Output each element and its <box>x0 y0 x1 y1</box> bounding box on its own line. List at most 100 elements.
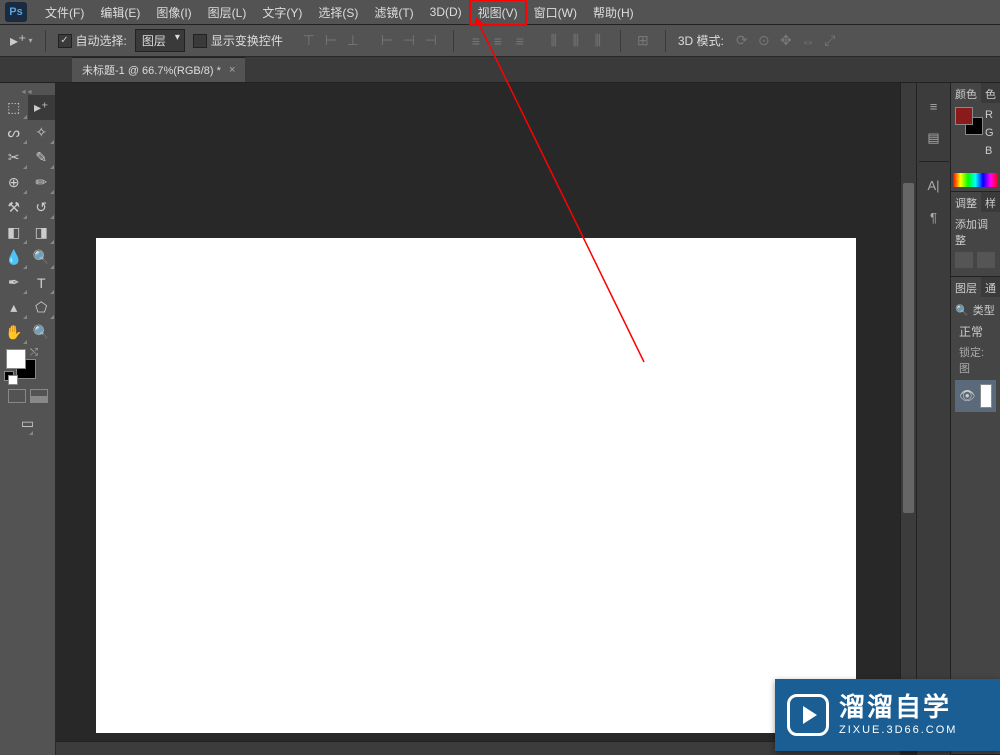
menu-3d[interactable]: 3D(D) <box>422 1 470 23</box>
layer-thumbnail[interactable] <box>980 384 992 408</box>
app-logo: Ps <box>5 2 27 22</box>
show-transform-option[interactable]: 显示变换控件 <box>193 32 283 49</box>
blend-mode-dropdown[interactable]: 正常 <box>955 321 996 342</box>
lasso-tool[interactable]: ᔕ <box>0 120 28 145</box>
menu-edit[interactable]: 编辑(E) <box>92 0 148 25</box>
align-bottom-icon[interactable]: ⊥ <box>343 31 363 51</box>
document-tab-bar: 未标题-1 @ 66.7%(RGB/8) * × <box>0 57 1000 83</box>
3d-pan-icon[interactable]: ✥ <box>776 31 796 51</box>
panel-fg-swatch[interactable] <box>955 107 973 125</box>
mode-3d-label: 3D 模式: <box>678 32 724 49</box>
vertical-scrollbar[interactable] <box>900 83 916 741</box>
search-icon[interactable]: 🔍 <box>955 304 969 317</box>
distribute-hcenter-icon[interactable]: ⫼ <box>566 31 586 51</box>
menu-image[interactable]: 图像(I) <box>148 0 199 25</box>
align-left-icon[interactable]: ⊢ <box>377 31 397 51</box>
marquee-tool[interactable]: ⬚ <box>0 95 28 120</box>
clone-stamp-tool[interactable]: ⚒ <box>0 195 28 220</box>
styles-tab[interactable]: 样 <box>981 192 1000 212</box>
3d-orbit-icon[interactable]: ⟳ <box>732 31 752 51</box>
tools-panel: ⬚ ▸⁺ ᔕ ✧ ✂ ✎ ⊕ ✏ ⚒ ↺ ◧ ◨ 💧 🔍 ✒ T <box>0 83 56 755</box>
brightness-adjust-icon[interactable] <box>955 252 973 268</box>
divider <box>620 30 621 52</box>
auto-align-icon[interactable]: ⊞ <box>633 31 653 51</box>
current-tool-indicator[interactable]: ▸⁺ ▾ <box>10 31 33 51</box>
auto-select-target-dropdown[interactable]: 图层 <box>135 29 185 52</box>
swatches-tab[interactable]: 色 <box>981 83 1000 103</box>
watermark-url: ZIXUE.3D66.COM <box>839 724 957 736</box>
menu-select[interactable]: 选择(S) <box>310 0 366 25</box>
gradient-tool[interactable]: ◨ <box>28 220 56 245</box>
3d-zoom-icon[interactable]: ⤢ <box>820 31 840 51</box>
b-label: B <box>985 145 994 157</box>
visibility-icon[interactable]: 👁 <box>959 388 976 404</box>
healing-brush-tool[interactable]: ⊕ <box>0 170 28 195</box>
horizontal-scrollbar[interactable] <box>56 741 900 755</box>
character-panel-icon[interactable]: A| <box>923 176 945 194</box>
type-tool[interactable]: T <box>28 270 56 295</box>
lock-icons[interactable]: 图 <box>959 363 970 375</box>
zoom-tool[interactable]: 🔍 <box>28 320 56 345</box>
r-label: R <box>985 109 994 121</box>
align-right-icon[interactable]: ⊣ <box>421 31 441 51</box>
move-cursor-icon: ▸⁺ <box>10 31 26 51</box>
brush-tool[interactable]: ✏ <box>28 170 56 195</box>
document-tab[interactable]: 未标题-1 @ 66.7%(RGB/8) * × <box>72 57 245 82</box>
blur-tool[interactable]: 💧 <box>0 245 28 270</box>
path-select-tool[interactable]: ▴ <box>0 295 28 320</box>
3d-slide-icon[interactable]: ⇔ <box>798 31 818 51</box>
paragraph-panel-icon[interactable]: ¶ <box>923 208 945 226</box>
align-vcenter-icon[interactable]: ⊢ <box>321 31 341 51</box>
pen-tool[interactable]: ✒ <box>0 270 28 295</box>
distribute-right-icon[interactable]: ⫼ <box>588 31 608 51</box>
show-transform-checkbox[interactable] <box>193 34 207 48</box>
history-brush-tool[interactable]: ↺ <box>28 195 56 220</box>
move-tool[interactable]: ▸⁺ <box>28 95 56 120</box>
align-hcenter-icon[interactable]: ⊣ <box>399 31 419 51</box>
adjustments-tab[interactable]: 调整 <box>951 192 981 212</box>
menu-layer[interactable]: 图层(L) <box>200 0 255 25</box>
auto-select-option[interactable]: 自动选择: <box>58 32 127 49</box>
properties-panel-icon[interactable]: ▤ <box>923 129 945 147</box>
close-tab-icon[interactable]: × <box>229 64 235 76</box>
menu-filter[interactable]: 滤镜(T) <box>366 0 421 25</box>
menu-help[interactable]: 帮助(H) <box>585 0 642 25</box>
swap-colors-icon[interactable]: ⤭ <box>30 347 38 358</box>
menu-type[interactable]: 文字(Y) <box>254 0 310 25</box>
menu-file[interactable]: 文件(F) <box>37 0 92 25</box>
distribute-vcenter-icon[interactable]: ≡ <box>488 31 508 51</box>
auto-select-checkbox[interactable] <box>58 34 72 48</box>
menu-view[interactable]: 视图(V) <box>470 0 526 25</box>
shape-tool[interactable]: ⬠ <box>28 295 56 320</box>
levels-adjust-icon[interactable] <box>977 252 995 268</box>
eyedropper-tool[interactable]: ✎ <box>28 145 56 170</box>
layers-tab[interactable]: 图层 <box>951 277 981 297</box>
magic-wand-tool[interactable]: ✧ <box>28 120 56 145</box>
document-canvas[interactable] <box>96 238 856 733</box>
scrollbar-thumb[interactable] <box>903 183 914 513</box>
align-top-icon[interactable]: ⊤ <box>299 31 319 51</box>
color-tab[interactable]: 颜色 <box>951 83 981 103</box>
3d-roll-icon[interactable]: ⊙ <box>754 31 774 51</box>
options-bar: ▸⁺ ▾ 自动选择: 图层 显示变换控件 ⊤ ⊢ ⊥ ⊢ ⊣ ⊣ ≡ ≡ ≡ ⫼… <box>0 25 1000 57</box>
dodge-tool[interactable]: 🔍 <box>28 245 56 270</box>
channels-tab[interactable]: 通 <box>981 277 1000 297</box>
menu-window[interactable]: 窗口(W) <box>526 0 585 25</box>
distribute-left-icon[interactable]: ⫼ <box>544 31 564 51</box>
eraser-tool[interactable]: ◧ <box>0 220 28 245</box>
color-ramp[interactable] <box>953 173 998 187</box>
standard-mode-icon[interactable] <box>8 389 26 403</box>
foreground-color-swatch[interactable] <box>6 349 26 369</box>
distribute-group-1: ≡ ≡ ≡ <box>466 31 530 51</box>
add-adjustment-label: 添加调整 <box>955 216 996 248</box>
distribute-top-icon[interactable]: ≡ <box>466 31 486 51</box>
hand-tool[interactable]: ✋ <box>0 320 28 345</box>
layer-item[interactable]: 👁 <box>955 380 996 412</box>
screen-mode-icon[interactable]: ▭ <box>21 411 34 436</box>
toolbox-collapse-icon[interactable] <box>0 87 55 95</box>
distribute-bottom-icon[interactable]: ≡ <box>510 31 530 51</box>
history-panel-icon[interactable]: ≡ <box>923 97 945 115</box>
crop-tool[interactable]: ✂ <box>0 145 28 170</box>
quickmask-mode-icon[interactable] <box>30 389 48 403</box>
right-panels: 颜色 色 R G B 调整 样 添加调整 <box>950 83 1000 755</box>
